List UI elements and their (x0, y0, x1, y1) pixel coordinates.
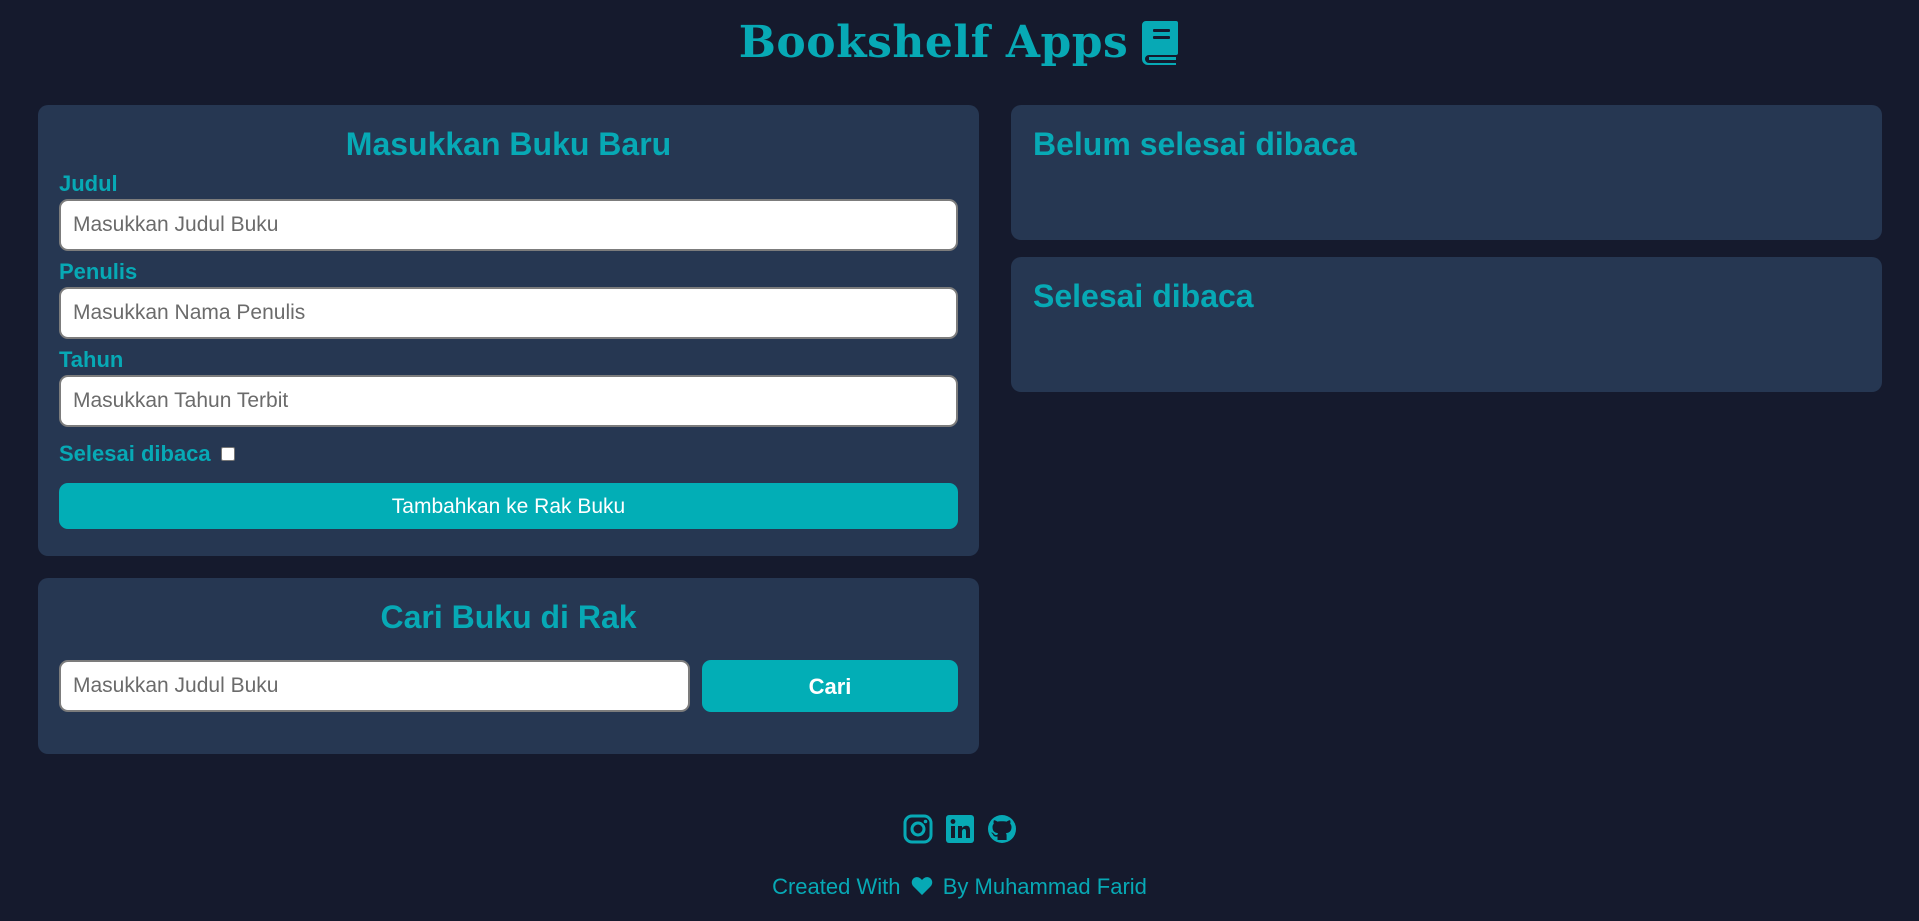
read-shelf: Selesai dibaca (1011, 257, 1882, 392)
read-shelf-title: Selesai dibaca (1033, 278, 1254, 314)
author-label: Penulis (59, 259, 138, 285)
unread-shelf-title: Belum selesai dibaca (1033, 126, 1357, 162)
complete-row: Selesai dibaca (59, 441, 958, 467)
app-title: Bookshelf Apps (738, 16, 1129, 68)
app-header: Bookshelf Apps (0, 10, 1919, 74)
unread-shelf: Belum selesai dibaca (1011, 105, 1882, 240)
complete-checkbox[interactable] (220, 447, 235, 462)
search-button[interactable]: Cari (702, 660, 958, 713)
footer-created-with: Created With (772, 874, 901, 899)
instagram-icon[interactable] (902, 813, 934, 845)
footer-author: By Muhammad Farid (942, 874, 1147, 899)
title-label: Judul (59, 171, 118, 197)
input-section-title: Masukkan Buku Baru (345, 126, 672, 162)
book-icon (1140, 19, 1180, 65)
linkedin-icon[interactable] (944, 813, 976, 845)
input-book-section: Masukkan Buku Baru Judul Penulis Tahun S… (38, 105, 979, 556)
book-year-input[interactable] (59, 375, 958, 428)
search-section-title: Cari Buku di Rak (380, 599, 637, 635)
search-row: Cari (59, 660, 958, 713)
complete-label: Selesai dibaca (59, 441, 211, 467)
footer: Created With By Muhammad Farid (0, 874, 1919, 900)
add-book-button[interactable]: Tambahkan ke Rak Buku (59, 483, 958, 530)
heart-icon (911, 876, 933, 896)
search-book-section: Cari Buku di Rak Cari (38, 578, 979, 754)
github-icon[interactable] (986, 813, 1018, 845)
book-title-input[interactable] (59, 199, 958, 252)
book-author-input[interactable] (59, 287, 958, 340)
social-links (0, 813, 1919, 845)
year-label: Tahun (59, 347, 124, 373)
search-title-input[interactable] (59, 660, 690, 713)
